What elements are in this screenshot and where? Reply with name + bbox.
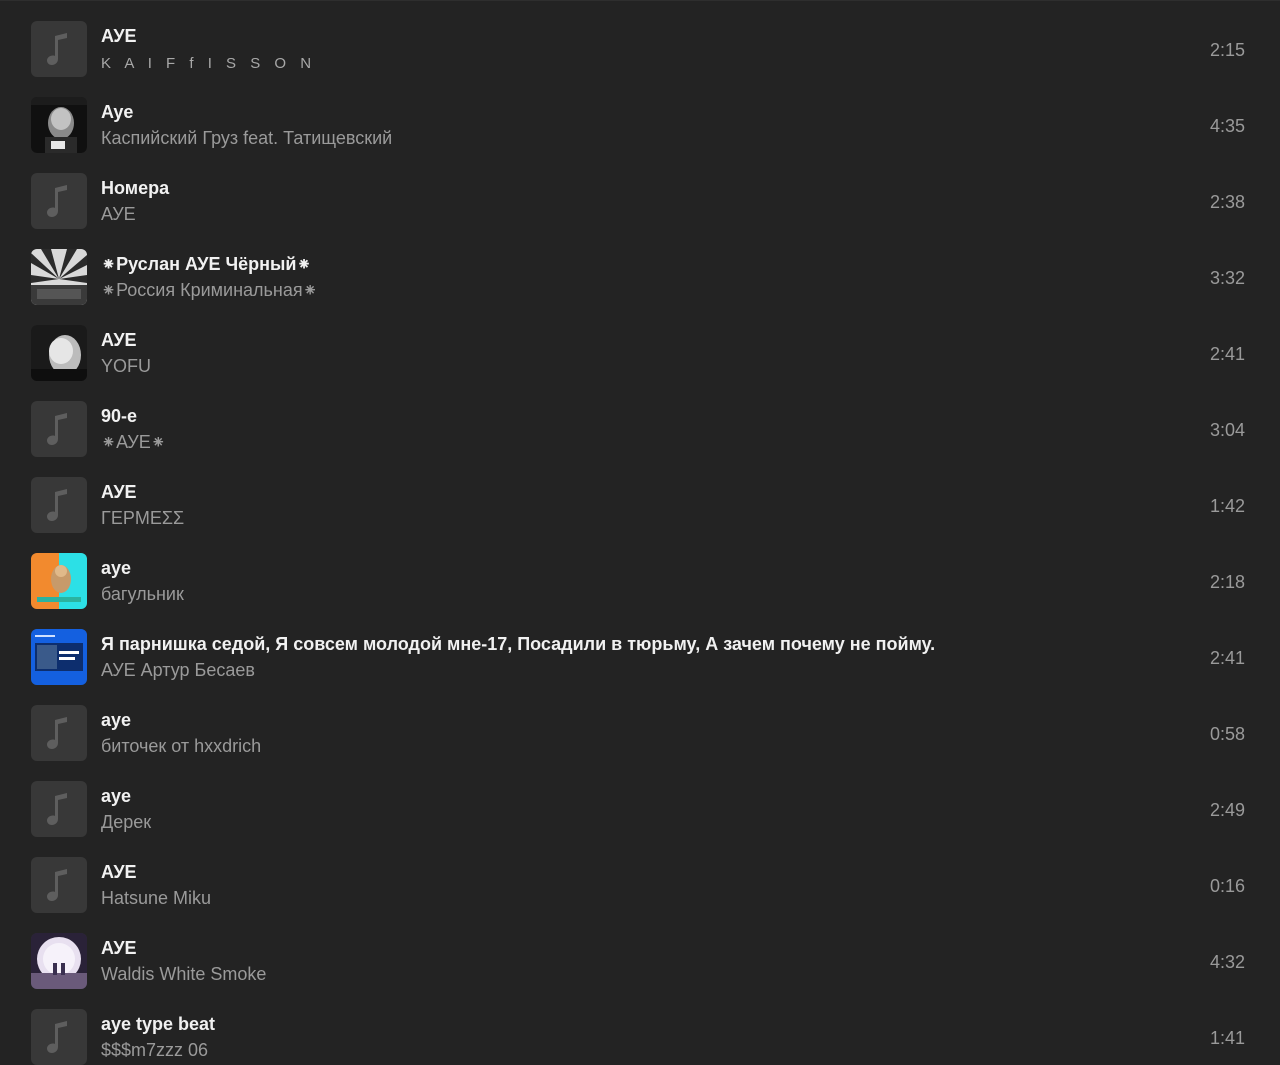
track-row[interactable]: АУЕ YOFU 2:41 bbox=[0, 315, 1280, 391]
track-row[interactable]: АУЕ K A I F f I S S O N 2:15 bbox=[0, 11, 1280, 87]
track-title: ⁕Руслан АУЕ Чёрный⁕ bbox=[101, 254, 312, 274]
track-duration: 2:49 bbox=[1209, 800, 1245, 820]
track-artist: багульник bbox=[101, 584, 184, 604]
track-artist: биточек от hxxdrich bbox=[101, 736, 262, 756]
music-note-icon bbox=[31, 857, 87, 913]
track-duration: 0:16 bbox=[1209, 876, 1245, 896]
track-artist: АУЕ Артур Бесаев bbox=[101, 660, 255, 680]
track-duration: 0:58 bbox=[1209, 724, 1245, 744]
album-cover bbox=[31, 325, 87, 381]
track-artist: АУЕ bbox=[101, 204, 136, 224]
track-duration: 2:38 bbox=[1209, 192, 1245, 212]
music-note-icon bbox=[31, 1009, 87, 1065]
music-note-icon bbox=[31, 477, 87, 533]
track-row[interactable]: АУЕ Waldis White Smoke 4:32 bbox=[0, 923, 1280, 999]
track-row[interactable]: АУЕ ΓΕΡΜΕΣΣ 1:42 bbox=[0, 467, 1280, 543]
track-title: АУЕ bbox=[101, 938, 137, 958]
album-cover bbox=[31, 249, 87, 305]
track-artist: Hatsune Miku bbox=[101, 888, 212, 908]
track-duration: 1:41 bbox=[1209, 1028, 1245, 1048]
track-row[interactable]: Я парнишка седой, Я совсем молодой мне-1… bbox=[0, 619, 1280, 695]
track-artist: YOFU bbox=[101, 356, 152, 376]
music-note-icon bbox=[31, 173, 87, 229]
track-artist: ⁕АУЕ⁕ bbox=[101, 432, 166, 452]
track-artist: K A I F f I S S O N bbox=[101, 55, 317, 72]
track-duration: 4:35 bbox=[1209, 116, 1245, 136]
track-artist: Дерек bbox=[101, 812, 152, 832]
album-cover bbox=[31, 933, 87, 989]
track-title: aye bbox=[101, 710, 132, 730]
music-note-icon bbox=[31, 781, 87, 837]
track-duration: 2:41 bbox=[1209, 344, 1245, 364]
track-artist: Waldis White Smoke bbox=[101, 964, 267, 984]
track-row[interactable]: aye Дерек 2:49 bbox=[0, 771, 1280, 847]
track-row[interactable]: aye биточек от hxxdrich 0:58 bbox=[0, 695, 1280, 771]
track-duration: 3:32 bbox=[1209, 268, 1245, 288]
album-cover bbox=[31, 629, 87, 685]
track-row[interactable]: aye багульник 2:18 bbox=[0, 543, 1280, 619]
track-row[interactable]: Aye Каспийский Груз feat. Татищевский 4:… bbox=[0, 87, 1280, 163]
track-row[interactable]: АУЕ Hatsune Miku 0:16 bbox=[0, 847, 1280, 923]
track-title: Aye bbox=[101, 102, 134, 122]
music-app-window: АУЕ K A I F f I S S O N 2:15 Aye Каспийс… bbox=[0, 0, 1280, 1065]
track-title: Номера bbox=[101, 178, 170, 198]
track-row[interactable]: ⁕Руслан АУЕ Чёрный⁕ ⁕Россия Криминальная… bbox=[0, 239, 1280, 315]
track-duration: 3:04 bbox=[1209, 420, 1245, 440]
track-artist: ΓΕΡΜΕΣΣ bbox=[101, 508, 185, 528]
track-title: АУЕ bbox=[101, 862, 137, 882]
track-title: aye type beat bbox=[101, 1014, 216, 1034]
track-row[interactable]: aye type beat $$$m7zzz 06 1:41 bbox=[0, 999, 1280, 1065]
track-title: Я парнишка седой, Я совсем молодой мне-1… bbox=[101, 634, 936, 654]
track-title: АУЕ bbox=[101, 26, 137, 46]
track-title: АУЕ bbox=[101, 482, 137, 502]
track-row[interactable]: 90-е ⁕АУЕ⁕ 3:04 bbox=[0, 391, 1280, 467]
track-duration: 2:15 bbox=[1209, 40, 1245, 60]
track-artist: Каспийский Груз feat. Татищевский bbox=[101, 128, 393, 148]
track-duration: 4:32 bbox=[1209, 952, 1245, 972]
track-title: aye bbox=[101, 558, 132, 578]
music-note-icon bbox=[31, 401, 87, 457]
music-note-icon bbox=[31, 705, 87, 761]
track-artist: $$$m7zzz 06 bbox=[101, 1040, 209, 1060]
track-duration: 1:42 bbox=[1209, 496, 1245, 516]
track-duration: 2:41 bbox=[1209, 648, 1245, 668]
album-cover bbox=[31, 97, 87, 153]
track-list: АУЕ K A I F f I S S O N 2:15 Aye Каспийс… bbox=[0, 11, 1280, 1065]
track-title: aye bbox=[101, 786, 132, 806]
album-cover bbox=[31, 553, 87, 609]
track-row[interactable]: Номера АУЕ 2:38 bbox=[0, 163, 1280, 239]
track-title: АУЕ bbox=[101, 330, 137, 350]
track-artist: ⁕Россия Криминальная⁕ bbox=[101, 280, 318, 300]
track-title: 90-е bbox=[101, 406, 138, 426]
track-duration: 2:18 bbox=[1209, 572, 1245, 592]
music-note-icon bbox=[31, 21, 87, 77]
